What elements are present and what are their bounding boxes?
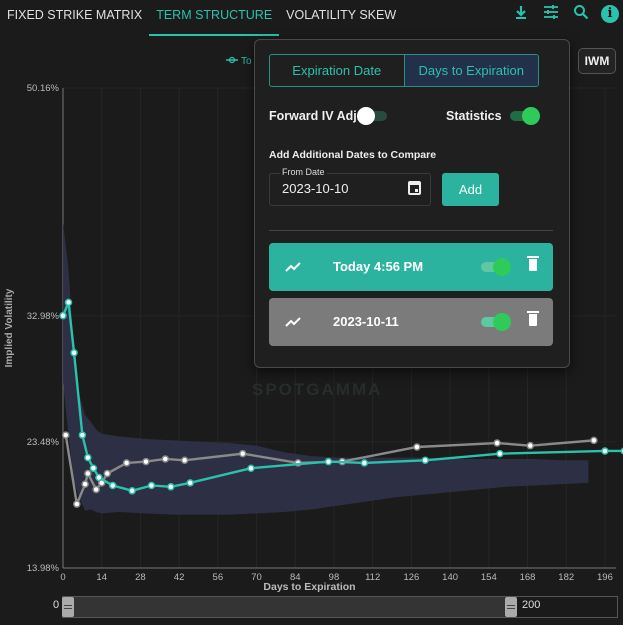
- entry-label: 2023-10-11: [333, 314, 399, 329]
- x-tick-label: 154: [481, 572, 497, 583]
- x-tick-label: 182: [558, 572, 574, 583]
- from-date-value[interactable]: 2023-10-10: [282, 181, 349, 196]
- x-axis-mode-toggle: Expiration Date Days to Expiration: [269, 54, 539, 87]
- calendar-icon[interactable]: [408, 181, 421, 195]
- from-date-label: From Date: [280, 167, 327, 177]
- data-point: [59, 311, 67, 320]
- data-point: [161, 455, 170, 463]
- delete-icon[interactable]: [527, 256, 539, 271]
- tab-volatility-skew[interactable]: VOLATILITY SKEW: [279, 0, 403, 36]
- forward-iv-toggle[interactable]: [357, 106, 391, 126]
- from-date-field[interactable]: From Date 2023-10-10: [269, 167, 431, 206]
- data-point: [324, 457, 333, 466]
- data-point: [601, 447, 609, 455]
- data-point: [238, 449, 247, 458]
- data-point: [496, 449, 504, 458]
- entry-visibility-toggle[interactable]: [477, 257, 511, 277]
- data-point: [103, 469, 111, 478]
- statistics-label: Statistics: [446, 109, 502, 123]
- range-slider: 0 200: [0, 594, 623, 618]
- data-point: [590, 436, 598, 445]
- data-point: [81, 480, 89, 488]
- x-tick-label: 42: [174, 572, 185, 583]
- trend-icon: [285, 317, 301, 327]
- x-tick-label: 112: [365, 572, 380, 583]
- comparison-entry-2023-10-11: 2023-10-11: [269, 298, 553, 346]
- data-point: [95, 473, 103, 482]
- x-tick-label: 126: [403, 572, 419, 583]
- y-tick-label: 50.16%: [27, 83, 60, 94]
- info-icon[interactable]: i: [601, 5, 619, 23]
- data-point: [421, 456, 429, 465]
- comparison-entry-today: Today 4:56 PM: [269, 243, 553, 291]
- x-tick-label: 0: [60, 572, 65, 583]
- data-point: [128, 487, 136, 495]
- legend-label: To: [241, 56, 252, 67]
- tab-term-structure[interactable]: TERM STRUCTURE: [149, 0, 280, 36]
- data-point: [84, 469, 92, 478]
- sliders-icon[interactable]: [541, 4, 561, 24]
- delete-icon[interactable]: [527, 311, 539, 326]
- y-axis-title: Implied Volatility: [4, 288, 15, 367]
- data-point: [89, 464, 98, 472]
- data-point: [109, 481, 117, 490]
- compare-heading: Add Additional Dates to Compare: [269, 149, 437, 161]
- data-point: [186, 479, 194, 487]
- statistics-toggle[interactable]: [506, 106, 540, 126]
- data-point: [167, 483, 175, 491]
- entry-visibility-toggle[interactable]: [477, 312, 511, 332]
- forward-iv-label: Forward IV Adj.: [269, 109, 361, 123]
- range-handle-left[interactable]: [62, 597, 74, 617]
- add-date-button[interactable]: Add: [442, 173, 499, 206]
- x-tick-label: 168: [520, 572, 536, 583]
- data-point: [247, 464, 255, 472]
- data-point: [64, 298, 73, 307]
- trend-icon: [285, 262, 301, 272]
- x-axis-title: Days to Expiration: [263, 581, 355, 592]
- data-point: [493, 439, 501, 447]
- data-point: [180, 456, 189, 465]
- entry-label: Today 4:56 PM: [333, 259, 424, 274]
- mode-expiration-date[interactable]: Expiration Date: [270, 55, 404, 86]
- y-tick-label: 32.98%: [27, 311, 60, 322]
- data-point: [78, 431, 87, 439]
- data-point: [92, 485, 100, 494]
- data-point: [122, 459, 131, 467]
- range-fill: [73, 597, 505, 617]
- x-tick-label: 70: [251, 572, 262, 583]
- data-point: [84, 453, 92, 462]
- y-tick-label: 13.98%: [27, 563, 60, 574]
- range-max-value: 200: [522, 599, 541, 611]
- view-tabs: FIXED STRIKE MATRIX TERM STRUCTURE VOLAT…: [0, 0, 403, 36]
- search-icon[interactable]: [571, 4, 591, 24]
- settings-panel: Expiration Date Days to Expiration Forwa…: [254, 39, 570, 368]
- range-min-value: 0: [53, 599, 60, 611]
- legend-item: To: [226, 56, 252, 67]
- range-handle-right[interactable]: [505, 597, 517, 617]
- x-tick-label: 196: [597, 572, 613, 583]
- data-point: [142, 457, 150, 466]
- x-tick-label: 140: [442, 572, 458, 583]
- data-point: [70, 349, 78, 357]
- y-tick-label: 23.48%: [27, 437, 60, 448]
- data-point: [360, 459, 369, 467]
- x-tick-label: 56: [213, 572, 224, 583]
- mode-days-to-expiration[interactable]: Days to Expiration: [403, 55, 538, 86]
- data-point: [413, 443, 421, 451]
- download-icon[interactable]: [511, 4, 531, 24]
- data-point: [62, 431, 70, 439]
- data-point: [526, 441, 535, 450]
- divider: [269, 230, 553, 231]
- data-point: [73, 500, 81, 508]
- x-tick-label: 14: [96, 572, 107, 583]
- tab-fixed-strike-matrix[interactable]: FIXED STRIKE MATRIX: [0, 0, 149, 36]
- watermark: SPOTGAMMA: [252, 380, 383, 399]
- x-tick-label: 28: [135, 572, 146, 583]
- data-point: [147, 481, 156, 490]
